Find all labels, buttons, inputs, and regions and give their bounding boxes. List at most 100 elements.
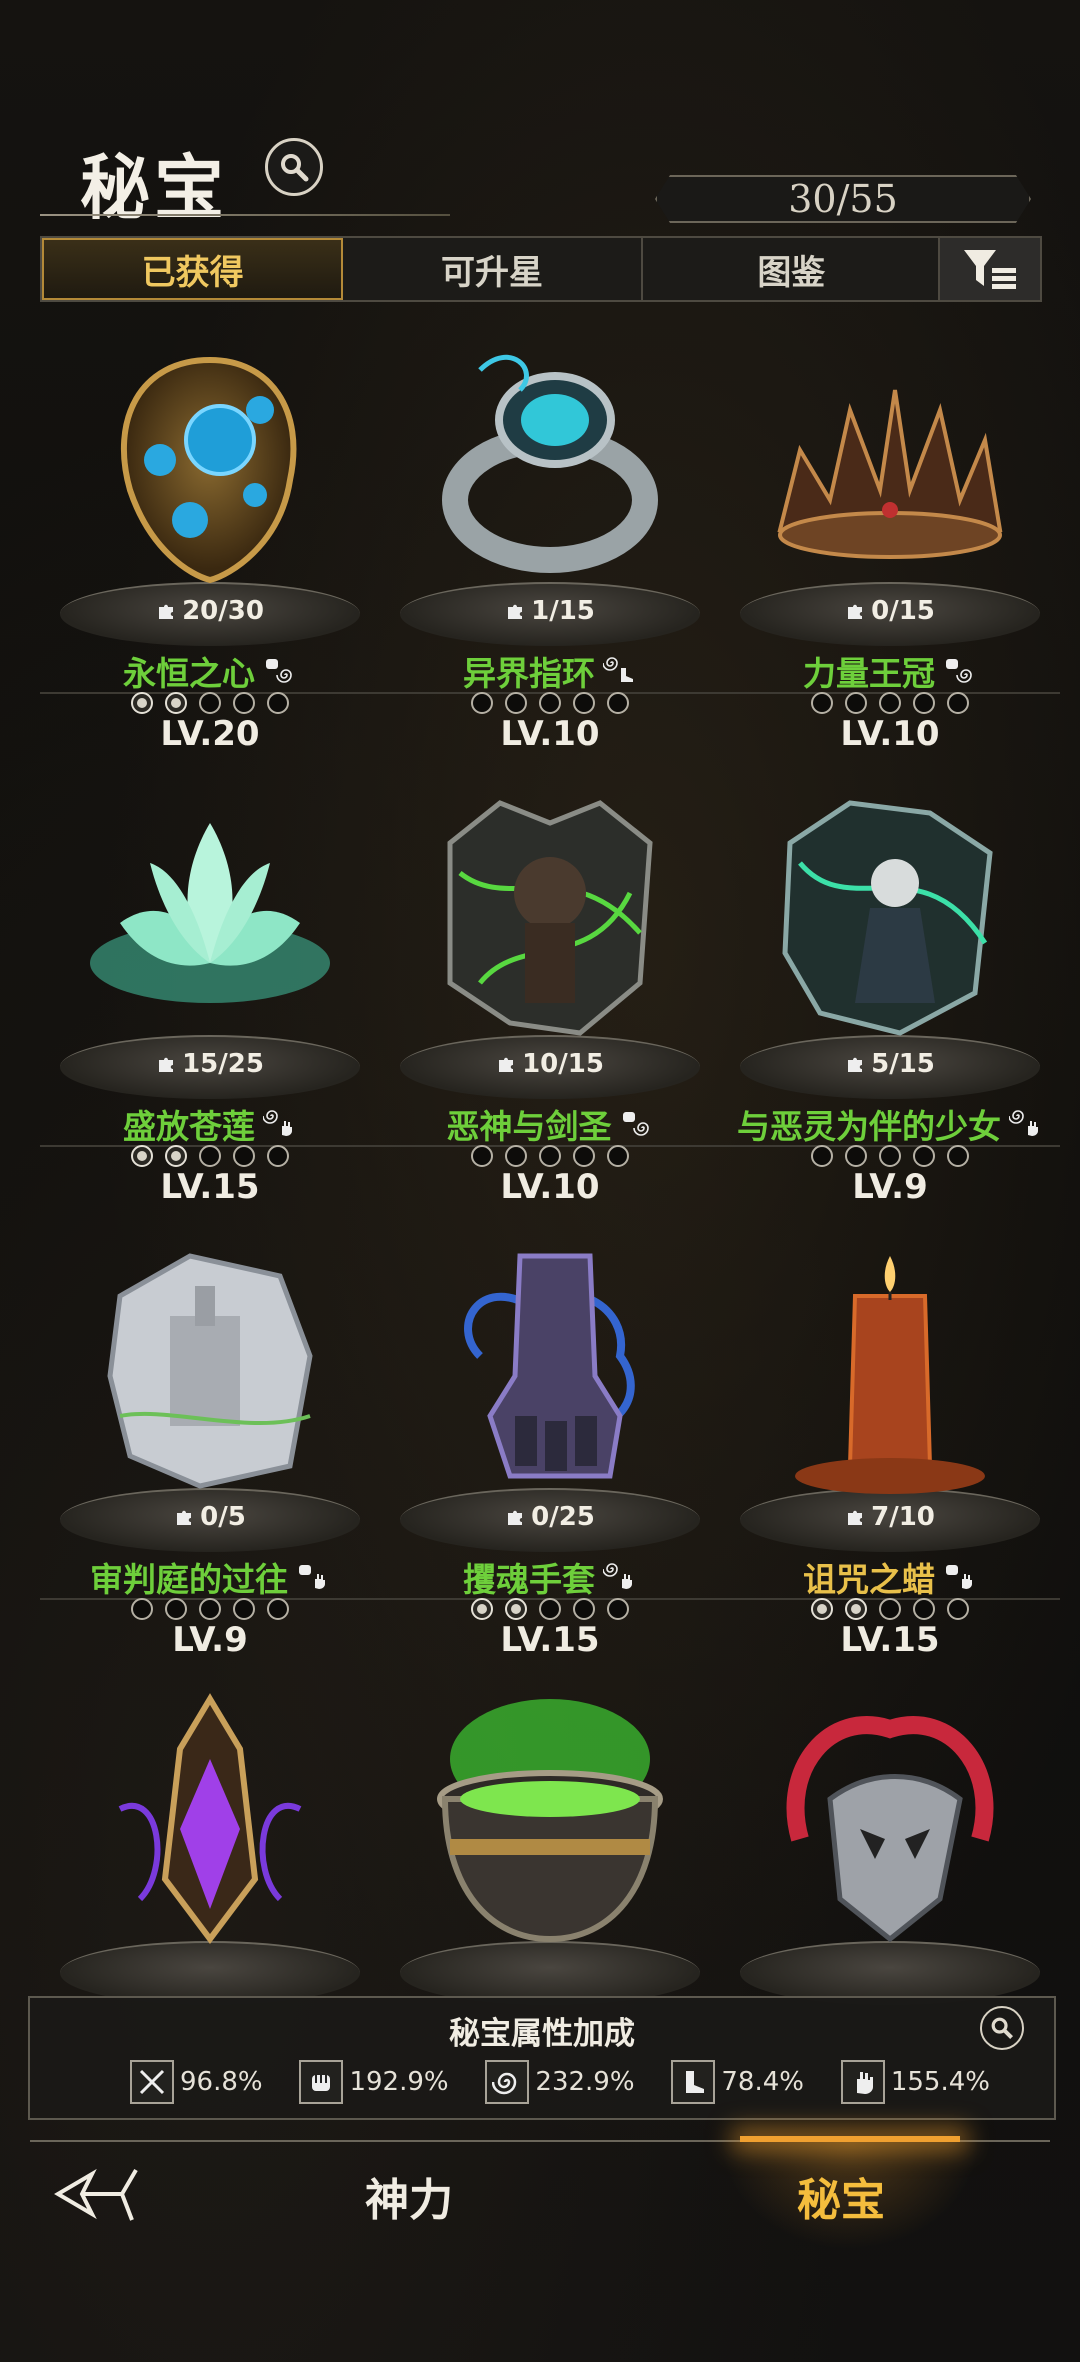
swirl-hand-icon [263,1110,292,1136]
bonus-stat: 96.8% [130,2060,263,2104]
star-slot [879,1598,901,1620]
search-icon [281,154,309,182]
treasure-card[interactable]: 7/10 诅咒之蜡 LV.15 [720,1226,1060,1660]
nav-tab-treasure[interactable]: 秘宝 [797,2164,885,2228]
swirl-boot-icon [603,657,633,682]
shard-count: 1/15 [531,596,595,626]
star-slot [913,692,935,714]
tab-owned[interactable]: 已获得 [42,238,344,300]
star-slot [879,1145,901,1167]
treasure-card[interactable]: 5/15 与恶灵为伴的少女 LV.9 [720,773,1060,1207]
treasure-level: LV.9 [172,1620,248,1660]
filter-button[interactable] [938,236,1042,302]
shard-progress: 20/30 [40,596,380,626]
treasure-level: LV.10 [500,1167,600,1207]
treasure-name: 审判庭的过往 [90,1560,288,1599]
star-slot [607,1145,629,1167]
page-title: 秘宝 [80,146,228,229]
star-slot [131,1145,153,1167]
treasure-level: LV.10 [500,714,600,754]
star-slot [539,1145,561,1167]
treasure-name-row: 与恶灵为伴的少女 [720,1103,1060,1147]
star-slot [573,692,595,714]
collection-count: 30/55 [655,175,1031,223]
bonus-info-button[interactable] [980,2006,1024,2050]
star-slot [607,692,629,714]
treasure-art [90,823,330,1003]
star-rating [380,692,720,714]
treasure-name: 诅咒之蜡 [803,1560,935,1599]
bonus-stats: 96.8% 192.9% 232.9% 78.4% 155.4% [130,2060,990,2104]
shard-progress: 0/25 [380,1502,720,1532]
puzzle-icon [177,1510,192,1525]
star-slot [573,1145,595,1167]
shard-count: 0/5 [200,1502,246,1532]
puzzle-icon [159,604,174,619]
star-slot [607,1598,629,1620]
star-rating [40,1598,380,1620]
treasure-card[interactable]: 1/15 异界指环 LV.10 [380,320,720,754]
tab-codex[interactable]: 图鉴 [643,238,940,300]
sword-icon [130,2060,174,2104]
star-slot [845,1598,867,1620]
bonus-stat: 78.4% [671,2060,804,2104]
star-slot [539,1598,561,1620]
shard-progress: 7/10 [720,1502,1060,1532]
star-slot [811,692,833,714]
swirl-hand-icon [1009,1110,1038,1136]
treasure-art [786,1716,994,1943]
back-button[interactable] [52,2160,142,2230]
treasure-art [107,1253,313,1489]
star-slot [165,1145,187,1167]
swirl-hand-icon [603,1563,632,1589]
tab-upgradable[interactable]: 可升星 [343,238,643,300]
star-slot [573,1598,595,1620]
star-slot [913,1598,935,1620]
star-slot [199,692,221,714]
hand-icon [840,2060,885,2104]
nav-tab-divine-power[interactable]: 神力 [365,2164,453,2228]
treasure-name-row: 诅咒之蜡 [720,1556,1060,1600]
star-slot [845,1145,867,1167]
filter-icon [964,250,1016,289]
star-slot [947,1598,969,1620]
search-button[interactable] [265,138,323,196]
treasure-card[interactable]: 0/5 审判庭的过往 LV.9 [40,1226,380,1660]
treasure-art [447,800,653,1036]
shard-progress: 5/15 [720,1049,1060,1079]
treasure-name: 永恒之心 [123,654,255,693]
puzzle-icon [848,604,863,619]
shard-count: 10/15 [522,1049,604,1079]
fist-icon [299,2060,344,2104]
treasure-art [795,1256,985,1494]
treasure-art [442,354,658,573]
shard-count: 5/15 [871,1049,935,1079]
puzzle-icon [508,604,523,619]
treasure-card[interactable]: 15/25 盛放苍莲 LV.15 [40,773,380,1207]
puzzle-icon [848,1510,863,1525]
star-rating [720,1598,1060,1620]
treasure-name-row: 审判庭的过往 [40,1556,380,1600]
treasure-art [777,389,1003,559]
treasure-art [437,1699,663,1943]
star-slot [165,1598,187,1620]
star-slot [845,692,867,714]
star-slot [233,692,255,714]
nav-active-bar [740,2136,960,2142]
star-slot [267,1598,289,1620]
treasure-art [120,356,297,584]
treasure-art [118,1693,302,1944]
star-slot [879,692,901,714]
star-slot [267,692,289,714]
star-slot [947,692,969,714]
treasure-card[interactable]: 0/25 攫魂手套 LV.15 [380,1226,720,1660]
treasure-level: LV.10 [840,714,940,754]
treasure-card[interactable]: 0/15 力量王冠 LV.10 [720,320,1060,754]
treasure-name: 与恶灵为伴的少女 [737,1107,1001,1146]
treasure-card[interactable]: 20/30 永恒之心 LV.20 [40,320,380,754]
shard-progress: 0/5 [40,1502,380,1532]
treasure-card[interactable]: 10/15 恶神与剑圣 LV.10 [380,773,720,1207]
treasure-name-row: 力量王冠 [720,650,1060,694]
bonus-stat: 192.9% [299,2060,449,2104]
star-rating [40,1145,380,1167]
